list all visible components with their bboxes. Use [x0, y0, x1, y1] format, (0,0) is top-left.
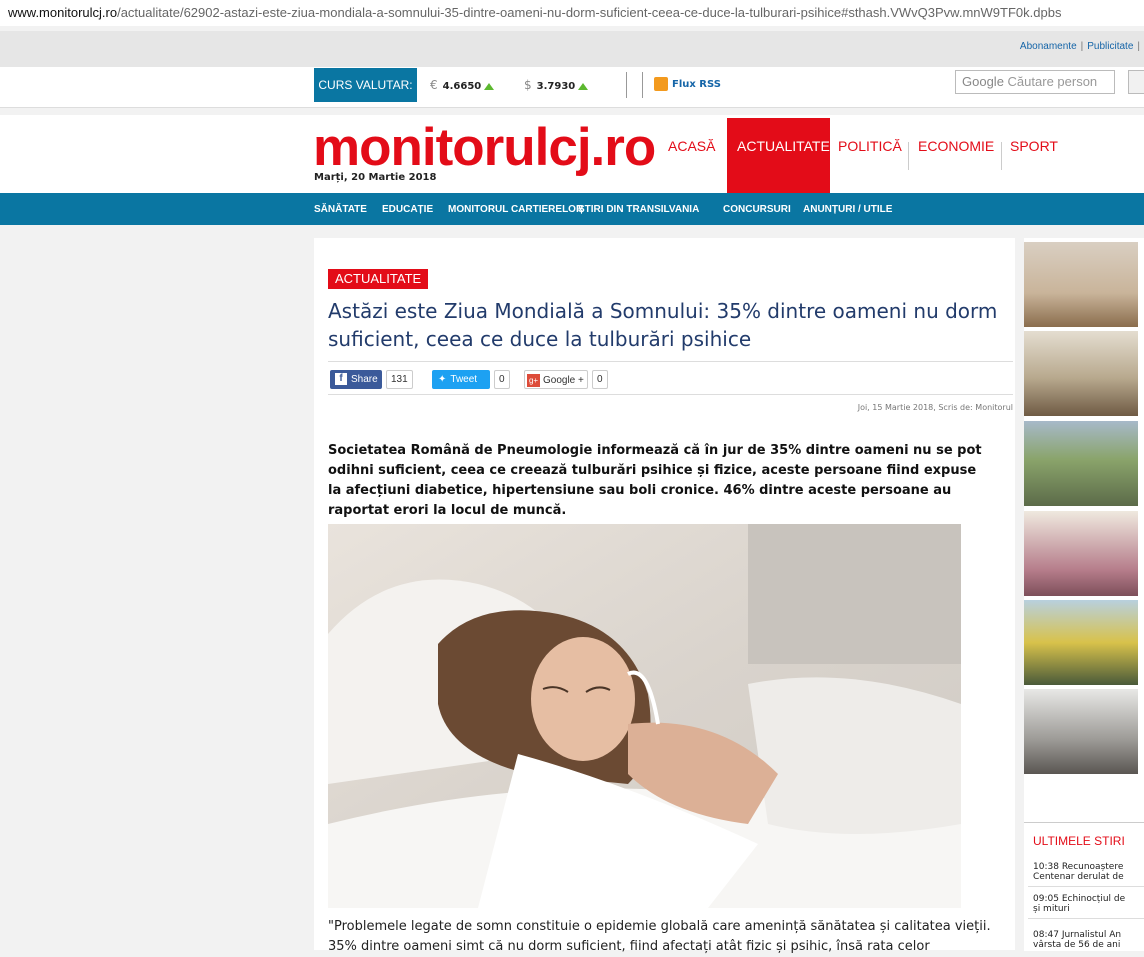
search-placeholder: Căutare person [1007, 74, 1098, 89]
address-bar[interactable]: www.monitorulcj.ro/actualitate/62902-ast… [0, 0, 1144, 26]
divider [328, 361, 1013, 362]
google-plus-label: Google + [543, 375, 584, 386]
latest-news-item[interactable]: 08:47 Jurnalistul An vârsta de 56 de ani [1033, 930, 1144, 950]
subnav-monitorul-cartierelor[interactable]: MONITORUL CARTIERELOR [448, 204, 583, 215]
url-host: www.monitorulcj.ro [8, 5, 118, 20]
top-links: Abonamente | Publicitate | [1020, 41, 1144, 52]
tweet-label: Tweet [450, 374, 478, 385]
facebook-count: 131 [386, 370, 413, 389]
latest-news-item[interactable]: 10:38 Recunoaștere Centenar derulat de [1033, 862, 1144, 882]
arrow-up-icon [578, 82, 589, 90]
subnav-anunturi[interactable]: ANUNȚURI / UTILE [803, 204, 892, 215]
facebook-share-label: Share [351, 374, 378, 385]
usd-value: 3.7930 [536, 81, 576, 92]
nav-active-bg [727, 118, 830, 193]
sleeping-woman-image [328, 524, 961, 908]
google-plus-button[interactable]: g+ Google + [524, 370, 588, 389]
news-title: Recunoaștere [1061, 862, 1124, 872]
abonamente-link[interactable]: Abonamente [1020, 41, 1077, 52]
divider [626, 72, 627, 98]
top-links-separator-2: | [1137, 41, 1140, 52]
news-title: Jurnalistul An [1061, 930, 1122, 940]
eur-value: 4.6650 [442, 81, 482, 92]
usd-rate: $3.7930 [524, 78, 589, 92]
dollar-icon: $ [524, 78, 532, 92]
latest-news-item[interactable]: 09:05 Echinocțiul de și mituri [1033, 894, 1144, 914]
search-button[interactable] [1128, 70, 1144, 94]
nav-separator [1001, 142, 1002, 170]
ad-thumbnail-1[interactable] [1024, 242, 1138, 327]
google-plus-icon: g+ [527, 373, 540, 387]
euro-icon: € [430, 78, 438, 92]
article-lead: Societatea Română de Pneumologie informe… [328, 443, 982, 518]
url-path: /actualitate/62902-astazi-este-ziua-mond… [117, 5, 1062, 20]
news-time: 08:47 [1033, 930, 1059, 940]
article-body: "Problemele legate de somn constituie o … [328, 919, 991, 954]
subnav-educatie[interactable]: EDUCAȚIE [382, 204, 433, 215]
news-time: 10:38 [1033, 862, 1059, 872]
subnav-concursuri[interactable]: CONCURSURI [723, 204, 791, 215]
google-plus-count: 0 [592, 370, 608, 389]
site-logo[interactable]: monitorulcj.ro [313, 120, 656, 176]
nav-separator [908, 142, 909, 170]
twitter-icon: ✦ [438, 374, 447, 385]
eur-rate: €4.6650 [430, 78, 495, 92]
nav-acasa[interactable]: ACASĂ [668, 138, 715, 154]
top-bar [0, 31, 1144, 68]
divider [642, 72, 643, 98]
arrow-up-icon [484, 82, 495, 90]
subnav-sanatate[interactable]: SĂNĂTATE [314, 204, 367, 215]
latest-news-title: ULTIMELE STIRI [1033, 834, 1125, 848]
news-title: Echinocțiul de [1061, 894, 1126, 904]
divider [328, 394, 1013, 395]
publicitate-link[interactable]: Publicitate [1087, 41, 1133, 52]
nav-actualitate[interactable]: ACTUALITATE [737, 138, 830, 154]
tweet-count: 0 [494, 370, 510, 389]
category-tag[interactable]: ACTUALITATE [328, 269, 429, 289]
nav-sport[interactable]: SPORT [1010, 138, 1058, 154]
news-title-cont: vârsta de 56 de ani [1033, 940, 1121, 950]
tweet-button[interactable]: ✦ Tweet [432, 370, 490, 389]
ad-thumbnail-4[interactable] [1024, 511, 1138, 596]
divider [1028, 918, 1144, 919]
news-time: 09:05 [1033, 894, 1059, 904]
facebook-icon: f [335, 373, 347, 386]
nav-politica[interactable]: POLITICĂ [838, 138, 902, 154]
ad-thumbnail-5[interactable] [1024, 600, 1138, 685]
rss-icon[interactable] [654, 77, 668, 91]
article-meta: Joi, 15 Martie 2018, Scris de: Monitorul [857, 403, 1013, 412]
ad-thumbnail-3[interactable] [1024, 421, 1138, 506]
news-title-cont: Centenar derulat de [1033, 872, 1124, 882]
search-google-label: Google [962, 74, 1004, 89]
divider [1028, 886, 1144, 887]
curs-valutar-label: CURS VALUTAR: [314, 68, 417, 102]
header-date: Marți, 20 Martie 2018 [314, 172, 437, 183]
facebook-share-button[interactable]: f Share [330, 370, 382, 389]
article-title: Astăzi este Ziua Mondială a Somnului: 35… [328, 299, 998, 351]
news-title-cont: și mituri [1033, 904, 1070, 914]
search-input[interactable]: Google Căutare person [955, 70, 1115, 94]
rss-link[interactable]: Flux RSS [672, 79, 721, 90]
article-photo [328, 524, 961, 908]
ad-thumbnail-2[interactable] [1024, 331, 1138, 416]
nav-economie[interactable]: ECONOMIE [918, 138, 994, 154]
ad-thumbnail-6[interactable] [1024, 689, 1138, 774]
top-links-separator: | [1080, 41, 1084, 52]
subnav-stiri-transilvania[interactable]: ȘTIRI DIN TRANSILVANIA [578, 204, 699, 215]
